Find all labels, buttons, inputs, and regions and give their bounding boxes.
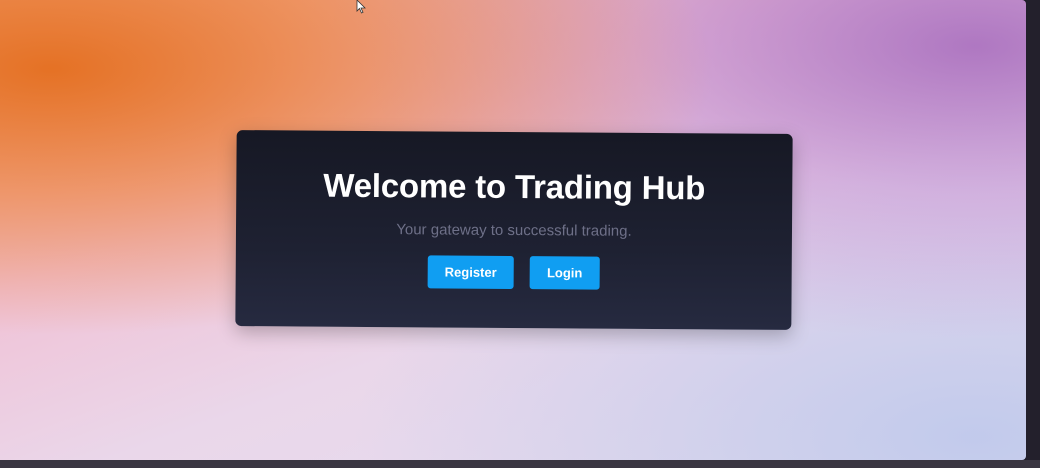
- action-buttons: Register Login: [236, 254, 792, 291]
- page-subtitle: Your gateway to successful trading.: [396, 221, 632, 240]
- welcome-card: Welcome to Trading Hub Your gateway to s…: [235, 130, 793, 330]
- mouse-pointer-icon: [356, 0, 366, 14]
- monitor-bezel-bottom: [0, 460, 1040, 468]
- page-background: Welcome to Trading Hub Your gateway to s…: [0, 0, 1026, 460]
- page-title: Welcome to Trading Hub: [323, 166, 706, 207]
- login-button[interactable]: Login: [529, 256, 600, 290]
- monitor-bezel-right: [1026, 0, 1040, 468]
- register-button[interactable]: Register: [427, 255, 514, 289]
